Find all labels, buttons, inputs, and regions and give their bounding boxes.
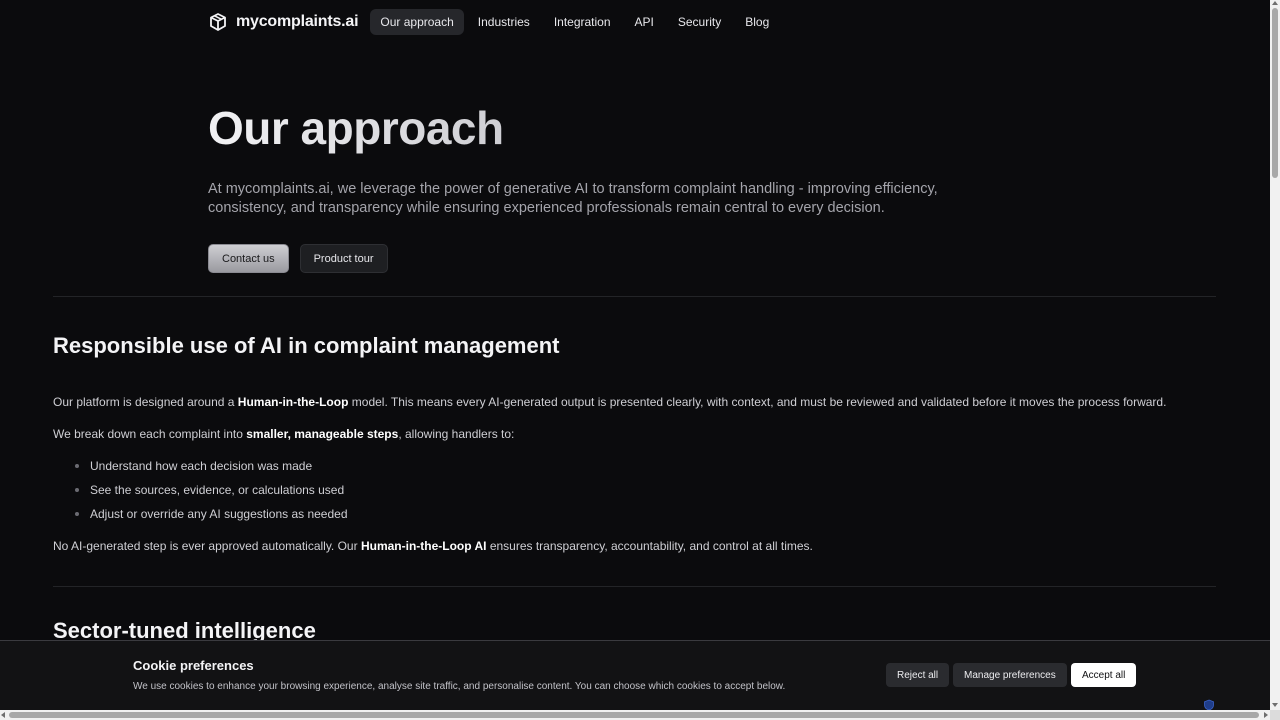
- nav-item-our-approach[interactable]: Our approach: [370, 9, 464, 35]
- section-divider: [53, 586, 1216, 587]
- text-segment: ensures transparency, accountability, an…: [486, 539, 813, 553]
- page: mycomplaints.ai Our approach Industries …: [0, 0, 1270, 710]
- contact-us-button[interactable]: Contact us: [208, 244, 289, 273]
- top-nav: mycomplaints.ai Our approach Industries …: [208, 9, 783, 35]
- scroll-up-arrow-icon[interactable]: [1272, 1, 1278, 5]
- brand-logo-link[interactable]: mycomplaints.ai: [208, 12, 359, 32]
- privacy-shield-icon[interactable]: [1203, 699, 1215, 710]
- text-segment: No AI-generated step is ever approved au…: [53, 539, 361, 553]
- bold-text-human-in-the-loop-ai: Human-in-the-Loop AI: [360, 539, 487, 553]
- vertical-scroll-thumb[interactable]: [1272, 8, 1278, 178]
- product-tour-button[interactable]: Product tour: [299, 244, 388, 273]
- text-segment: Our platform is designed around a: [53, 395, 238, 409]
- reject-all-button[interactable]: Reject all: [886, 663, 950, 687]
- list-item: Understand how each decision was made: [53, 458, 1216, 482]
- list-item: See the sources, evidence, or calculatio…: [53, 482, 1216, 506]
- vertical-scrollbar[interactable]: [1270, 0, 1280, 710]
- paragraph-no-auto-approval: No AI-generated step is ever approved au…: [53, 538, 1216, 554]
- cookie-description: We use cookies to enhance your browsing …: [133, 681, 786, 692]
- text-segment: , allowing handlers to:: [398, 427, 515, 441]
- hero-buttons: Contact us Product tour: [208, 244, 388, 273]
- bold-text-human-in-the-loop: Human-in-the-Loop: [237, 395, 349, 409]
- cookie-title: Cookie preferences: [133, 658, 254, 673]
- paragraph-steps: We break down each complaint into smalle…: [53, 426, 1216, 442]
- manage-preferences-button[interactable]: Manage preferences: [953, 663, 1067, 687]
- cookie-banner: Cookie preferences We use cookies to enh…: [0, 640, 1270, 710]
- nav-item-integration[interactable]: Integration: [544, 9, 621, 35]
- hero-section: Our approach At mycomplaints.ai, we leve…: [208, 100, 968, 273]
- horizontal-scroll-thumb[interactable]: [9, 712, 1259, 718]
- nav-item-blog[interactable]: Blog: [735, 9, 779, 35]
- section-divider: [53, 296, 1216, 297]
- page-title: Our approach: [208, 100, 968, 156]
- nav-item-security[interactable]: Security: [668, 9, 731, 35]
- scrollbar-corner: [1270, 710, 1280, 720]
- brand-name: mycomplaints.ai: [236, 13, 359, 30]
- list-item: Adjust or override any AI suggestions as…: [53, 506, 1216, 530]
- paragraph-human-in-loop: Our platform is designed around a Human-…: [53, 394, 1216, 410]
- handler-abilities-list: Understand how each decision was made Se…: [53, 458, 1216, 530]
- scroll-left-arrow-icon[interactable]: [1, 712, 5, 718]
- horizontal-scrollbar[interactable]: [0, 710, 1270, 720]
- bold-text-manageable-steps: smaller, manageable steps: [246, 427, 399, 441]
- text-segment: model. This means every AI-generated out…: [348, 395, 1167, 409]
- nav-item-industries[interactable]: Industries: [468, 9, 540, 35]
- scroll-right-arrow-icon[interactable]: [1264, 712, 1268, 718]
- cube-logo-icon: [210, 13, 226, 31]
- scroll-down-arrow-icon[interactable]: [1272, 703, 1278, 707]
- text-segment: We break down each complaint into: [53, 427, 247, 441]
- hero-description: At mycomplaints.ai, we leverage the powe…: [208, 181, 938, 216]
- nav-item-api[interactable]: API: [625, 9, 664, 35]
- section-title-responsible-ai: Responsible use of AI in complaint manag…: [53, 333, 560, 358]
- accept-all-button[interactable]: Accept all: [1071, 663, 1137, 687]
